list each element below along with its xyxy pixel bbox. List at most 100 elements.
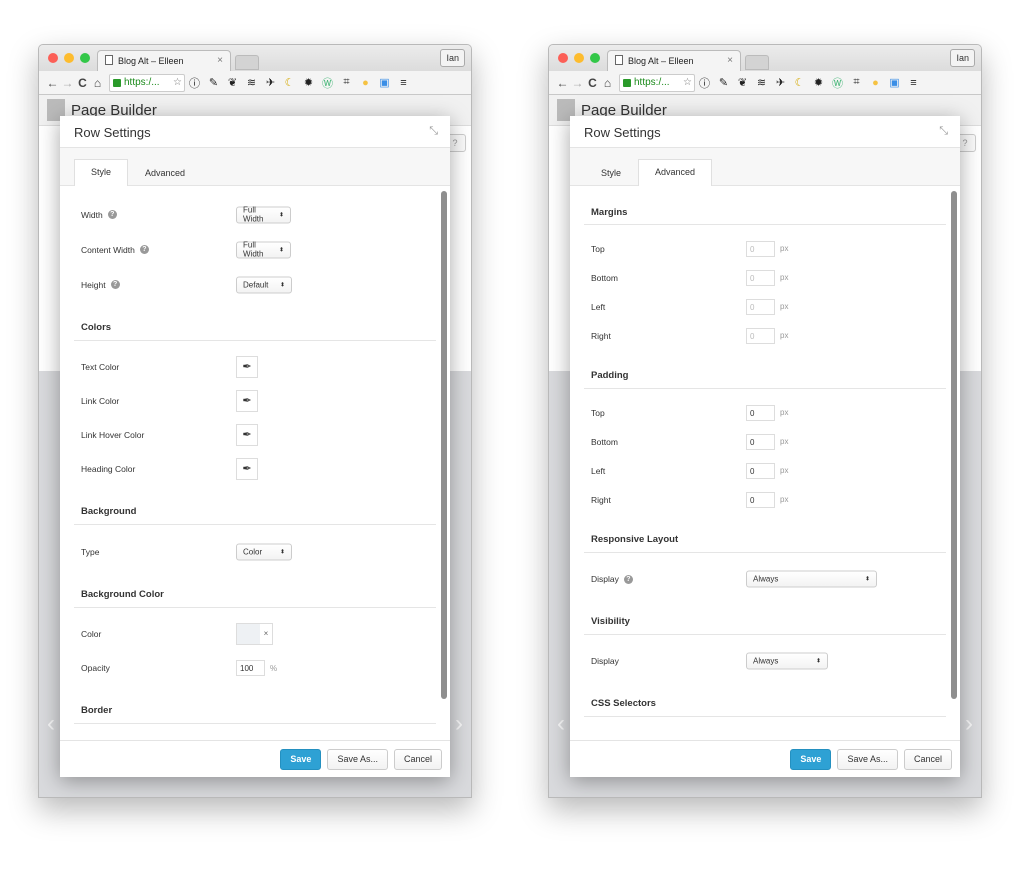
select-dropdown[interactable]: Always ⬍: [746, 652, 828, 670]
cancel-button[interactable]: Cancel: [393, 748, 442, 770]
evernote-icon[interactable]: ❦: [733, 76, 752, 89]
tab-advanced[interactable]: Advanced: [638, 159, 713, 186]
minimize-button[interactable]: [574, 53, 584, 63]
color-picker-button[interactable]: ✒: [236, 390, 258, 412]
coin-icon[interactable]: ●: [866, 77, 885, 89]
forward-icon[interactable]: →: [570, 76, 585, 90]
zoom-button[interactable]: [590, 53, 600, 63]
screenshot-icon[interactable]: ⌗: [337, 76, 356, 89]
gear-icon[interactable]: ✹: [299, 76, 318, 89]
number-input[interactable]: 0: [746, 404, 775, 421]
reload-icon[interactable]: C: [585, 76, 600, 90]
moon-icon[interactable]: ☾: [790, 76, 809, 89]
tab-bar: Blog Alt – Elleen × Ian: [549, 45, 981, 71]
new-tab-button[interactable]: [235, 55, 259, 70]
minimize-button[interactable]: [64, 53, 74, 63]
browser-tab[interactable]: Blog Alt – Elleen ×: [97, 50, 231, 71]
number-input[interactable]: 0: [746, 462, 775, 479]
profile-button[interactable]: Ian: [440, 49, 465, 67]
clear-color-icon[interactable]: ×: [260, 624, 272, 644]
eyedropper-icon[interactable]: ✎: [714, 76, 733, 89]
number-input[interactable]: 100: [236, 660, 265, 676]
save-button[interactable]: Save: [280, 748, 322, 770]
slider-prev-icon[interactable]: ‹: [557, 710, 565, 738]
select-dropdown[interactable]: Color ⬍: [236, 543, 292, 560]
select-dropdown[interactable]: Full Width ⬍: [236, 241, 291, 259]
field-label: Content Width: [81, 244, 135, 255]
slider-next-icon[interactable]: ›: [965, 710, 973, 738]
field-control: Full Width ⬍: [236, 206, 291, 224]
help-icon[interactable]: ?: [623, 574, 633, 584]
home-icon[interactable]: ⌂: [90, 76, 105, 90]
tab-style[interactable]: Style: [584, 160, 638, 186]
info-icon[interactable]: ⓘ: [185, 75, 204, 91]
pin-icon[interactable]: ✈: [771, 76, 790, 89]
browser-tab[interactable]: Blog Alt – Elleen ×: [607, 50, 741, 71]
menu-icon[interactable]: ≡: [904, 77, 923, 89]
tab-advanced[interactable]: Advanced: [128, 160, 202, 186]
evernote-icon[interactable]: ❦: [223, 76, 242, 89]
color-swatch[interactable]: [237, 624, 260, 644]
bookmark-star-icon[interactable]: ☆: [173, 77, 184, 88]
color-picker-button[interactable]: ✒: [236, 458, 258, 480]
color-picker[interactable]: ×: [236, 623, 273, 645]
screenshot-icon[interactable]: ⌗: [847, 76, 866, 89]
field-control: 0 px: [746, 491, 788, 508]
address-bar[interactable]: https:/... ☆: [619, 73, 695, 92]
wordpress-icon[interactable]: Ⓦ: [318, 75, 337, 91]
select-dropdown[interactable]: Default ⬍: [236, 276, 292, 293]
back-icon[interactable]: ←: [555, 76, 570, 90]
chart-icon[interactable]: ▣: [375, 76, 394, 89]
color-picker-button[interactable]: ✒: [236, 356, 258, 378]
reload-icon[interactable]: C: [75, 76, 90, 90]
menu-icon[interactable]: ≡: [394, 77, 413, 89]
tab-close-icon[interactable]: ×: [217, 55, 223, 66]
forward-icon[interactable]: →: [60, 76, 75, 90]
number-input[interactable]: 0: [746, 298, 775, 315]
help-icon[interactable]: ?: [110, 280, 120, 289]
close-button[interactable]: [558, 53, 568, 63]
select-dropdown[interactable]: Full Width ⬍: [236, 206, 291, 224]
number-input[interactable]: 0: [746, 433, 775, 450]
slider-prev-icon[interactable]: ‹: [47, 710, 55, 738]
scrollbar-thumb[interactable]: [951, 191, 957, 699]
gear-icon[interactable]: ✹: [809, 76, 828, 89]
close-button[interactable]: [48, 53, 58, 63]
cancel-button[interactable]: Cancel: [903, 748, 952, 770]
field-label: Color: [81, 629, 102, 639]
save-as-button[interactable]: Save As...: [837, 748, 898, 770]
save-as-button[interactable]: Save As...: [327, 748, 388, 770]
buffer-icon[interactable]: ≋: [752, 76, 771, 89]
color-picker-button[interactable]: ✒: [236, 424, 258, 446]
field-row: Right 0 px: [584, 485, 946, 514]
profile-button[interactable]: Ian: [950, 49, 975, 67]
chart-icon[interactable]: ▣: [885, 76, 904, 89]
wordpress-icon[interactable]: Ⓦ: [828, 75, 847, 91]
new-tab-button[interactable]: [745, 55, 769, 70]
number-input[interactable]: 0: [746, 327, 775, 344]
eyedropper-icon[interactable]: ✎: [204, 76, 223, 89]
pin-icon[interactable]: ✈: [261, 76, 280, 89]
number-input[interactable]: 0: [746, 269, 775, 286]
moon-icon[interactable]: ☾: [280, 76, 299, 89]
coin-icon[interactable]: ●: [356, 77, 375, 89]
help-icon[interactable]: ?: [107, 210, 117, 219]
save-button[interactable]: Save: [790, 748, 832, 770]
tab-close-icon[interactable]: ×: [727, 55, 733, 66]
zoom-button[interactable]: [80, 53, 90, 63]
select-dropdown[interactable]: Always ⬍: [746, 570, 877, 588]
help-icon[interactable]: ?: [139, 245, 149, 254]
number-input[interactable]: 0: [746, 240, 775, 257]
collapse-icon[interactable]: ⤡: [429, 125, 438, 138]
buffer-icon[interactable]: ≋: [242, 76, 261, 89]
slider-next-icon[interactable]: ›: [455, 710, 463, 738]
back-icon[interactable]: ←: [45, 76, 60, 90]
bookmark-star-icon[interactable]: ☆: [683, 77, 694, 88]
scrollbar-thumb[interactable]: [441, 191, 447, 699]
info-icon[interactable]: ⓘ: [695, 75, 714, 91]
tab-style[interactable]: Style: [74, 159, 129, 186]
number-input[interactable]: 0: [746, 491, 775, 508]
address-bar[interactable]: https:/... ☆: [109, 73, 185, 92]
collapse-icon[interactable]: ⤡: [939, 125, 948, 138]
home-icon[interactable]: ⌂: [600, 76, 615, 90]
